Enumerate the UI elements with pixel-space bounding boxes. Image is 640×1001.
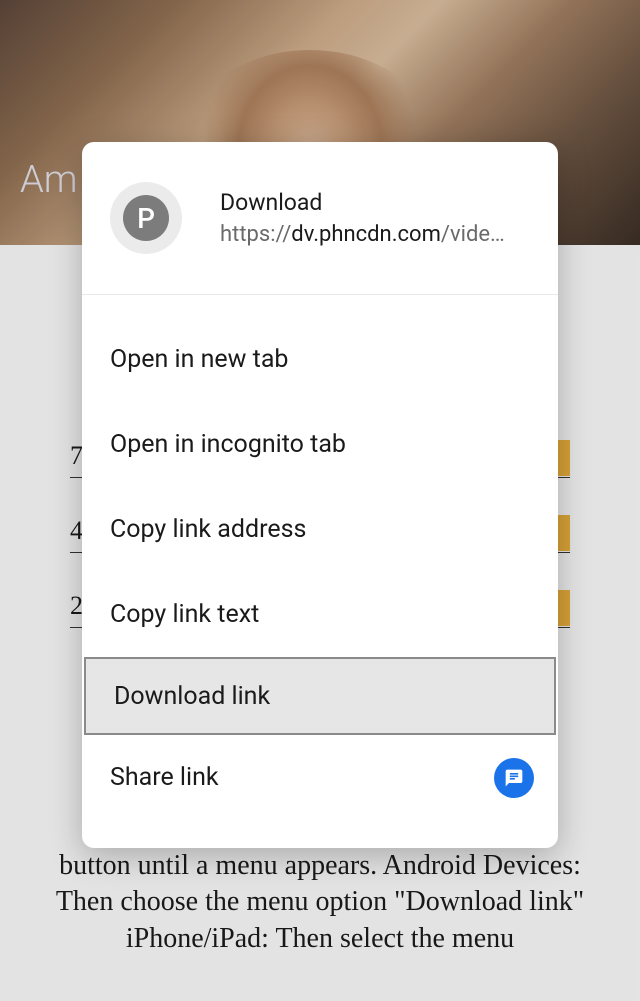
messages-icon[interactable] [494, 758, 534, 798]
site-avatar: P [110, 182, 182, 254]
context-menu-items: Open in new tab Open in incognito tab Co… [82, 295, 558, 820]
avatar-letter: P [123, 195, 169, 241]
share-link-label: Share link [110, 763, 219, 792]
menu-item-copy-address[interactable]: Copy link address [82, 487, 558, 572]
menu-item-open-incognito[interactable]: Open in incognito tab [82, 402, 558, 487]
menu-item-download-link[interactable]: Download link [84, 657, 556, 735]
menu-header-title: Download [220, 189, 530, 216]
menu-header-url: https://dv.phncdn.com/vide… [220, 222, 530, 247]
menu-item-open-new-tab[interactable]: Open in new tab [82, 317, 558, 402]
context-menu-header: P Download https://dv.phncdn.com/vide… [82, 142, 558, 295]
menu-item-share-link[interactable]: Share link [82, 735, 558, 820]
menu-item-copy-text[interactable]: Copy link text [82, 572, 558, 657]
context-menu-panel: P Download https://dv.phncdn.com/vide… O… [82, 142, 558, 848]
